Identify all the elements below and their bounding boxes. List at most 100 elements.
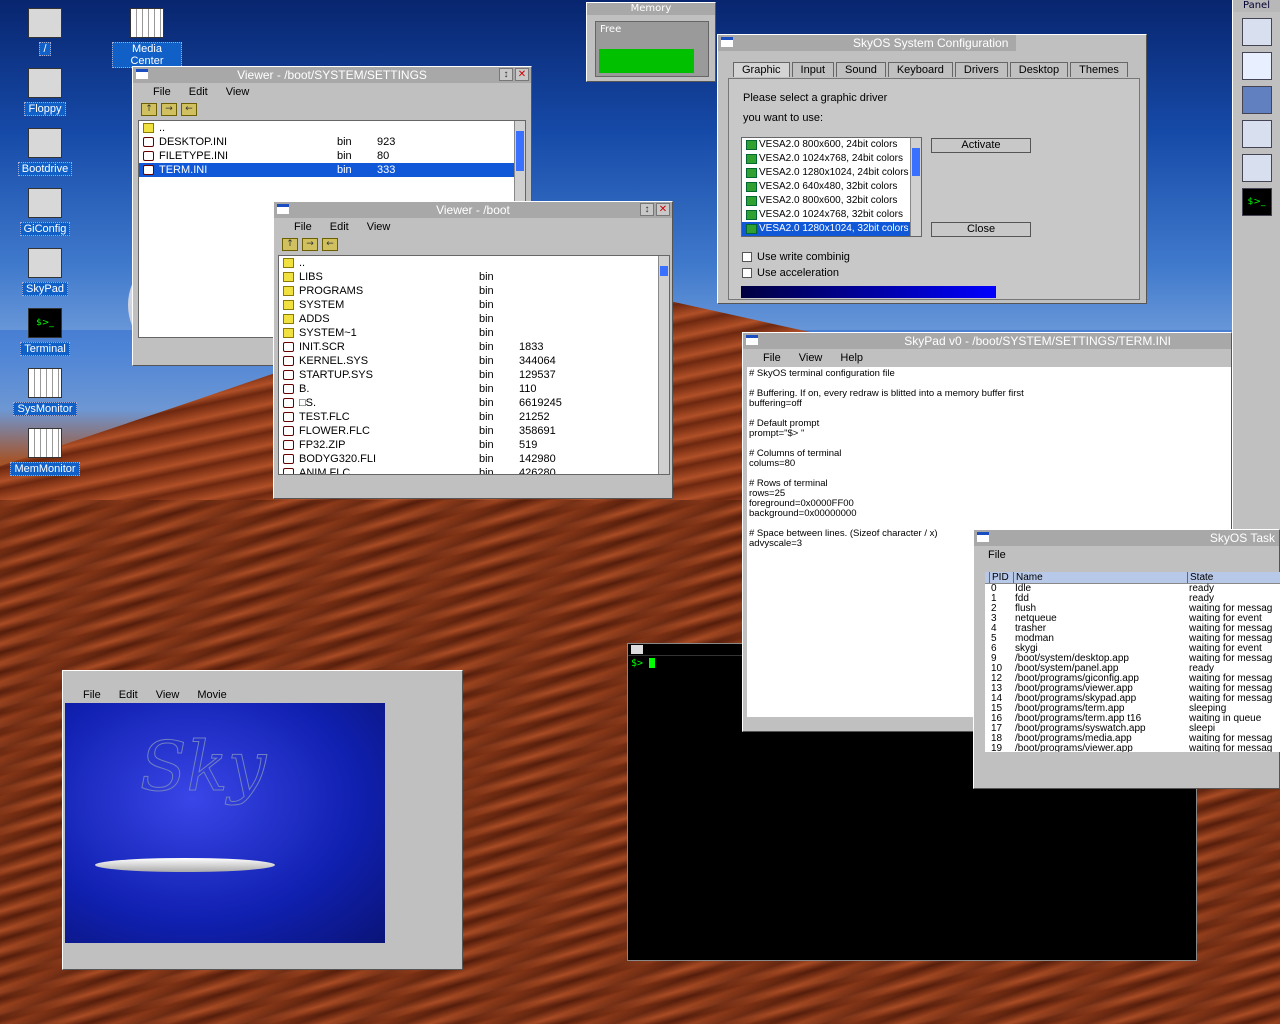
file-row[interactable]: LIBS bin (279, 270, 669, 284)
file-row[interactable]: TERM.INI bin 333 (139, 163, 525, 177)
driver-row[interactable]: VESA2.0 1024x768, 32bit colors (742, 208, 921, 222)
menu-item-view[interactable]: View (226, 86, 250, 98)
task-manager-titlebar[interactable]: SkyOS Task (974, 530, 1279, 546)
file-row[interactable]: TEST.FLC bin 21252 (279, 410, 669, 424)
write-combining-checkbox[interactable] (742, 252, 752, 262)
tab-desktop[interactable]: Desktop (1009, 62, 1069, 77)
column-header-state[interactable]: State (1187, 572, 1213, 583)
scroll-thumb[interactable] (912, 148, 920, 176)
vertical-scrollbar[interactable] (910, 138, 921, 236)
menu-item-view[interactable]: View (367, 221, 391, 233)
close-button[interactable]: Close (931, 222, 1031, 237)
forward-icon[interactable]: → (161, 103, 177, 116)
file-row[interactable]: SYSTEM bin (279, 298, 669, 312)
config-icon[interactable] (1241, 154, 1272, 182)
menu-item-file[interactable]: File (763, 352, 781, 364)
window-menu-icon[interactable] (977, 532, 989, 542)
process-row[interactable]: 19/boot/programs/viewer.app waiting for m… (985, 744, 1280, 753)
menu-item-movie[interactable]: Movie (197, 689, 226, 701)
viewer-boot-titlebar[interactable]: Viewer - /boot ↕ ✕ (274, 202, 672, 218)
memory-widget[interactable]: Memory Free (586, 2, 716, 82)
driver-row[interactable]: VESA2.0 1280x1024, 24bit colors (742, 166, 921, 180)
viewer-boot-window[interactable]: Viewer - /boot ↕ ✕ File Edit View ↑ → ← .. LI… (273, 201, 673, 499)
window-menu-icon[interactable] (277, 204, 289, 214)
close-icon[interactable]: ✕ (656, 203, 670, 216)
menu-item-file[interactable]: File (294, 221, 312, 233)
viewer-boot-filelist[interactable]: .. LIBS bin PROGRAMS bin SYSTEM bin ADDS bin SYST… (278, 255, 670, 475)
window-menu-icon[interactable] (136, 69, 148, 79)
menu-item-edit[interactable]: Edit (119, 689, 138, 701)
viewer-settings-titlebar[interactable]: Viewer - /boot/SYSTEM/SETTINGS ↕ ✕ (133, 67, 531, 83)
file-row[interactable]: DESKTOP.INI bin 923 (139, 135, 525, 149)
menu-item-edit[interactable]: Edit (330, 221, 349, 233)
up-folder-icon[interactable]: ↑ (141, 103, 157, 116)
column-header-name[interactable]: Name (1013, 572, 1043, 583)
forward-icon[interactable]: → (302, 238, 318, 251)
minimize-icon[interactable]: ↕ (499, 68, 513, 81)
column-header-pid[interactable]: PID (989, 572, 1009, 583)
file-row[interactable]: SYSTEM~1 bin (279, 326, 669, 340)
desktop-icon[interactable]: GiConfig (10, 188, 80, 236)
driver-row[interactable]: VESA2.0 1024x768, 24bit colors (742, 152, 921, 166)
config-titlebar[interactable]: SkyOS System Configuration (718, 35, 1016, 51)
menu-item-file[interactable]: File (153, 86, 171, 98)
back-icon[interactable]: ← (181, 103, 197, 116)
file-row[interactable]: □S. bin 6619245 (279, 396, 669, 410)
video-canvas[interactable]: Sky (65, 703, 385, 943)
file-row[interactable]: ADDS bin (279, 312, 669, 326)
desktop-icon[interactable]: $>_ Terminal (10, 308, 80, 356)
side-panel[interactable]: Panel $>_ (1232, 0, 1280, 590)
up-folder-icon[interactable]: ↑ (282, 238, 298, 251)
file-row[interactable]: PROGRAMS bin (279, 284, 669, 298)
file-row[interactable]: .. (139, 121, 525, 135)
file-row[interactable]: INIT.SCR bin 1833 (279, 340, 669, 354)
close-icon[interactable]: ✕ (515, 68, 529, 81)
file-row[interactable]: STARTUP.SYS bin 129537 (279, 368, 669, 382)
desktop-icon[interactable]: / (10, 8, 80, 56)
tab-drivers[interactable]: Drivers (954, 62, 1008, 77)
calendar-icon[interactable] (1241, 86, 1272, 114)
desktop-icon[interactable]: Bootdrive (10, 128, 80, 176)
desktop-icon[interactable]: Media Center (112, 8, 182, 68)
driver-row[interactable]: VESA2.0 1280x1024, 32bit colors (742, 222, 921, 236)
file-row[interactable]: KERNEL.SYS bin 344064 (279, 354, 669, 368)
scroll-thumb[interactable] (660, 266, 668, 276)
tab-keyboard[interactable]: Keyboard (887, 62, 953, 77)
menu-item-edit[interactable]: Edit (189, 86, 208, 98)
activate-button[interactable]: Activate (931, 138, 1031, 153)
desktop-icon[interactable]: Floppy (10, 68, 80, 116)
file-row[interactable]: BODYG320.FLI bin 142980 (279, 452, 669, 466)
task-manager-window[interactable]: SkyOS Task File PID Name State 0 Idle ready 1 f… (973, 529, 1280, 789)
system-config-window[interactable]: SkyOS System Configuration Graphic Input S… (717, 34, 1147, 304)
driver-row[interactable]: VESA2.0 800x600, 24bit colors (742, 138, 921, 152)
menu-item-view[interactable]: View (799, 352, 823, 364)
desktop-icon[interactable]: SysMonitor (10, 368, 80, 416)
driver-list[interactable]: VESA2.0 800x600, 24bit colors VESA2.0 102… (741, 137, 922, 237)
minimize-icon[interactable]: ↕ (640, 203, 654, 216)
process-row[interactable]: 0 Idle ready (985, 584, 1280, 594)
window-menu-icon[interactable] (631, 645, 643, 654)
vertical-scrollbar[interactable] (658, 256, 669, 474)
acceleration-checkbox[interactable] (742, 268, 752, 278)
process-list[interactable]: PID Name State 0 Idle ready 1 fdd ready 2 flush wai… (985, 572, 1280, 752)
menu-item-help[interactable]: Help (840, 352, 863, 364)
menu-item-view[interactable]: View (156, 689, 180, 701)
computer-icon[interactable] (1241, 120, 1272, 148)
file-row[interactable]: FP32.ZIP bin 519 (279, 438, 669, 452)
tab-sound[interactable]: Sound (836, 62, 886, 77)
back-icon[interactable]: ← (322, 238, 338, 251)
windows-icon[interactable] (1241, 18, 1272, 46)
scroll-thumb[interactable] (516, 131, 524, 171)
window-menu-icon[interactable] (746, 335, 758, 345)
media-player-window[interactable]: File Edit View Movie Sky (62, 670, 463, 970)
desktop-icon[interactable]: MemMonitor (10, 428, 80, 476)
driver-row[interactable]: VESA2.0 640x480, 32bit colors (742, 180, 921, 194)
file-row[interactable]: FILETYPE.INI bin 80 (139, 149, 525, 163)
terminal-icon[interactable]: $>_ (1241, 188, 1272, 216)
file-row[interactable]: .. (279, 256, 669, 270)
window-menu-icon[interactable] (721, 37, 733, 47)
desktop-icon[interactable]: SkyPad (10, 248, 80, 296)
menu-item-file[interactable]: File (988, 549, 1006, 561)
menu-item-file[interactable]: File (83, 689, 101, 701)
tab-graphic[interactable]: Graphic (733, 62, 790, 77)
